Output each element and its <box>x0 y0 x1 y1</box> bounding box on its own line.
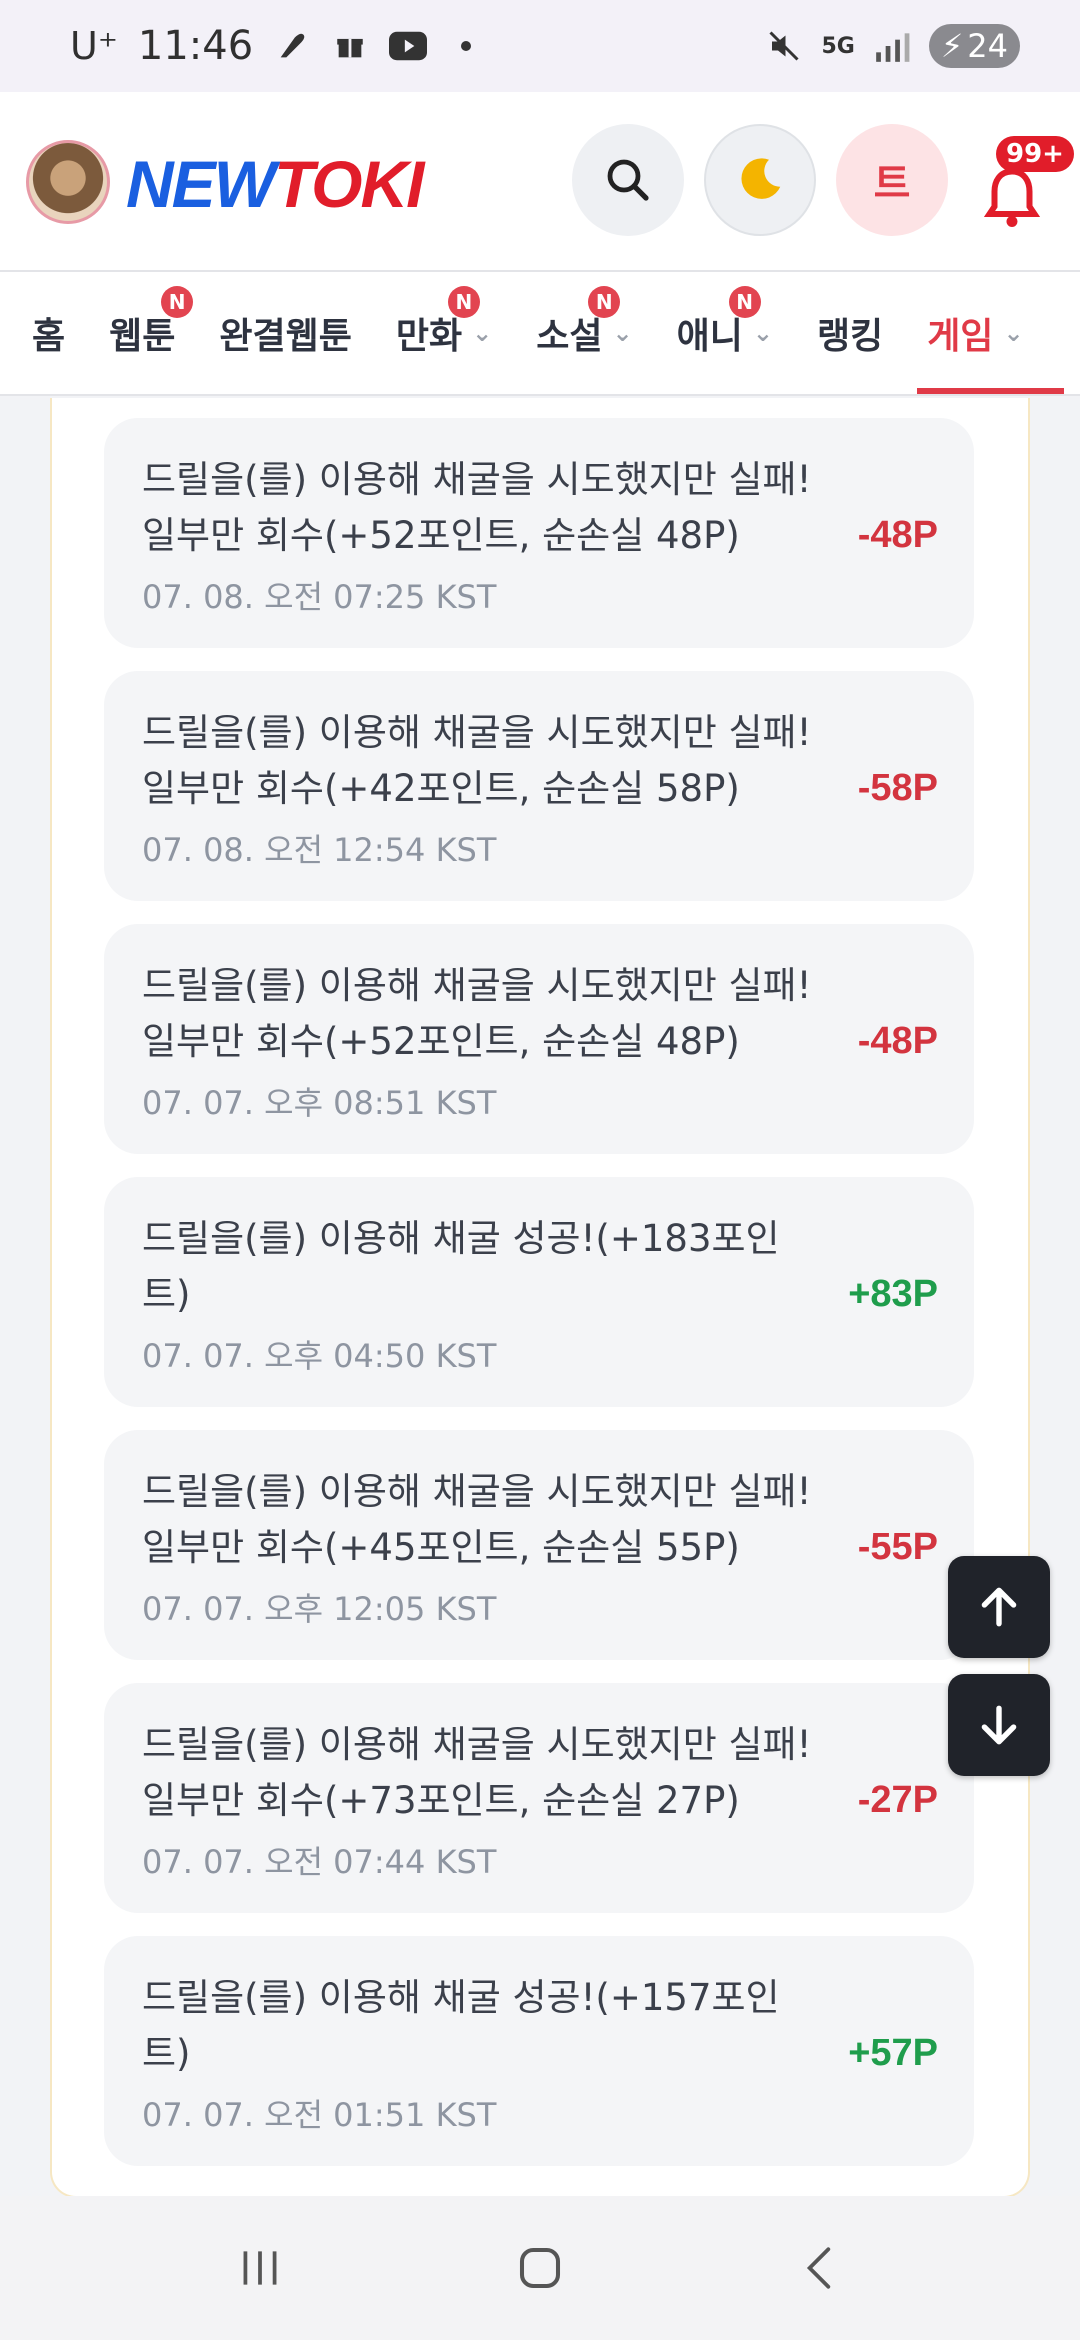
list-item: 드릴을(를) 이용해 채굴을 시도했지만 실패! 일부만 회수(+52포인트, … <box>104 418 974 648</box>
chevron-down-icon: ⌄ <box>752 319 773 347</box>
logo-mascot-image[interactable] <box>26 140 110 224</box>
log-timestamp: 07. 07. 오전 01:51 KST <box>142 2096 497 2134</box>
chevron-down-icon: ⌄ <box>1003 319 1024 347</box>
chevron-down-icon: ⌄ <box>612 319 633 347</box>
nav-tab-label: 소설 <box>536 316 603 357</box>
gift-icon <box>331 27 369 65</box>
signal-icon <box>873 27 911 65</box>
nav-tab-label: 게임 <box>927 316 994 357</box>
list-item: 드릴을(를) 이용해 채굴 성공!(+157포인트) 07. 07. 오전 01:… <box>104 1936 974 2166</box>
log-description: 드릴을(를) 이용해 채굴 성공!(+183포인트) <box>142 1217 780 1316</box>
recent-apps-button[interactable] <box>215 2223 305 2313</box>
log-timestamp: 07. 07. 오후 08:51 KST <box>142 1084 497 1122</box>
nav-tab-3[interactable]: 만화 ⌄ N <box>396 272 492 394</box>
notification-count-badge: 99+ <box>996 136 1074 172</box>
list-item: 드릴을(를) 이용해 채굴을 시도했지만 실패! 일부만 회수(+42포인트, … <box>104 671 974 901</box>
moon-icon <box>741 158 781 199</box>
nav-tab-label: 웹툰 <box>109 316 176 357</box>
nav-tab-label: 만화 <box>395 316 463 357</box>
mute-icon <box>765 27 803 65</box>
scroll-top-button[interactable] <box>948 1556 1050 1658</box>
dot-icon <box>447 27 485 65</box>
nav-tab-6[interactable]: 랭킹 <box>817 272 883 394</box>
new-badge: N <box>447 286 480 318</box>
log-timestamp: 07. 07. 오후 04:50 KST <box>142 1337 497 1375</box>
new-badge: N <box>728 286 761 318</box>
log-description: 드릴을(를) 이용해 채굴을 시도했지만 실패! 일부만 회수(+52포인트, … <box>142 964 812 1063</box>
nav-tab-1[interactable]: 웹툰 N <box>109 272 194 394</box>
log-description: 드릴을(를) 이용해 채굴을 시도했지만 실패! 일부만 회수(+73포인트, … <box>142 1723 812 1822</box>
category-nav: 홈 웹툰 N 완결웹툰 만화 ⌄ N 소설 ⌄ N 애니 ⌄ N 랭킹 게임 ⌄ <box>0 272 1080 396</box>
point-amount: -48P <box>857 514 938 556</box>
user-menu-button[interactable]: 트 <box>836 124 948 236</box>
notification-button[interactable]: 99+ <box>980 136 1074 236</box>
search-button[interactable] <box>572 124 684 236</box>
user-initial: 트 <box>873 161 911 207</box>
new-badge: N <box>161 286 194 318</box>
point-history-list: 드릴을(를) 이용해 채굴을 시도했지만 실패! 일부만 회수(+52포인트, … <box>104 418 974 2189</box>
nav-tab-label: 애니 <box>676 316 743 357</box>
site-logo[interactable]: NEW TOKI <box>126 144 424 224</box>
status-bar: U⁺ 11:46 5G ⚡ 24 <box>0 0 1080 92</box>
status-left: U⁺ 11:46 <box>70 23 485 69</box>
point-amount: +57P <box>848 2032 938 2074</box>
nav-tab-label: 완결웹툰 <box>219 316 352 357</box>
nav-tab-label: 랭킹 <box>816 316 884 357</box>
back-button[interactable] <box>775 2223 865 2313</box>
nav-tab-5[interactable]: 애니 ⌄ N <box>677 272 773 394</box>
point-amount: -55P <box>857 1526 938 1568</box>
log-timestamp: 07. 08. 오전 07:25 KST <box>142 578 497 616</box>
log-timestamp: 07. 07. 오후 12:05 KST <box>142 1590 497 1628</box>
list-item: 드릴을(를) 이용해 채굴을 시도했지만 실패! 일부만 회수(+45포인트, … <box>104 1430 974 1660</box>
list-item: 드릴을(를) 이용해 채굴을 시도했지만 실패! 일부만 회수(+52포인트, … <box>104 924 974 1154</box>
home-button[interactable] <box>495 2223 585 2313</box>
nav-tab-7[interactable]: 게임 ⌄ <box>917 272 1065 394</box>
recent-apps-icon <box>243 2251 277 2285</box>
bell-icon <box>983 168 1041 227</box>
log-description: 드릴을(를) 이용해 채굴을 시도했지만 실패! 일부만 회수(+52포인트, … <box>142 458 812 557</box>
point-amount: +83P <box>848 1273 938 1315</box>
point-amount: -27P <box>857 1779 938 1821</box>
logo-toki-text: TOKI <box>273 147 424 221</box>
arrow-up-icon <box>981 1587 1017 1627</box>
logo-new-text: NEW <box>126 147 276 221</box>
battery-indicator: ⚡ 24 <box>928 24 1020 68</box>
youtube-icon <box>389 27 428 65</box>
log-description: 드릴을(를) 이용해 채굴을 시도했지만 실패! 일부만 회수(+42포인트, … <box>142 711 812 810</box>
scroll-bottom-button[interactable] <box>948 1674 1050 1776</box>
log-description: 드릴을(를) 이용해 채굴을 시도했지만 실패! 일부만 회수(+45포인트, … <box>142 1470 812 1569</box>
nav-tab-4[interactable]: 소설 ⌄ N <box>536 272 633 394</box>
carrier-label: U⁺ <box>70 24 118 68</box>
point-amount: -58P <box>857 767 938 809</box>
new-badge: N <box>588 286 621 318</box>
log-timestamp: 07. 07. 오전 07:44 KST <box>142 1843 497 1881</box>
back-icon <box>806 2247 831 2289</box>
status-right: 5G ⚡ 24 <box>765 24 1020 68</box>
list-item: 드릴을(를) 이용해 채굴을 시도했지만 실패! 일부만 회수(+73포인트, … <box>104 1683 974 1913</box>
charging-icon: ⚡ <box>940 27 964 65</box>
arrow-down-icon <box>981 1705 1017 1745</box>
nav-tab-0[interactable]: 홈 <box>32 272 65 394</box>
log-timestamp: 07. 08. 오전 12:54 KST <box>142 831 497 869</box>
system-navigation-bar <box>0 2196 1080 2340</box>
nav-tab-2[interactable]: 완결웹툰 <box>219 272 351 394</box>
home-icon <box>519 2247 561 2289</box>
dark-mode-toggle[interactable] <box>704 124 816 236</box>
search-icon <box>607 159 649 201</box>
log-description: 드릴을(를) 이용해 채굴 성공!(+157포인트) <box>142 1976 780 2075</box>
clock: 11:46 <box>137 23 254 69</box>
network-label: 5G <box>821 33 855 59</box>
list-item: 드릴을(를) 이용해 채굴 성공!(+183포인트) 07. 07. 오후 04:… <box>104 1177 974 1407</box>
battery-level: 24 <box>967 27 1008 65</box>
chevron-down-icon: ⌄ <box>472 319 493 347</box>
feather-icon <box>273 27 311 65</box>
nav-tab-label: 홈 <box>32 316 66 357</box>
site-header: NEW TOKI 트 99+ <box>0 92 1080 272</box>
point-amount: -48P <box>857 1020 938 1062</box>
